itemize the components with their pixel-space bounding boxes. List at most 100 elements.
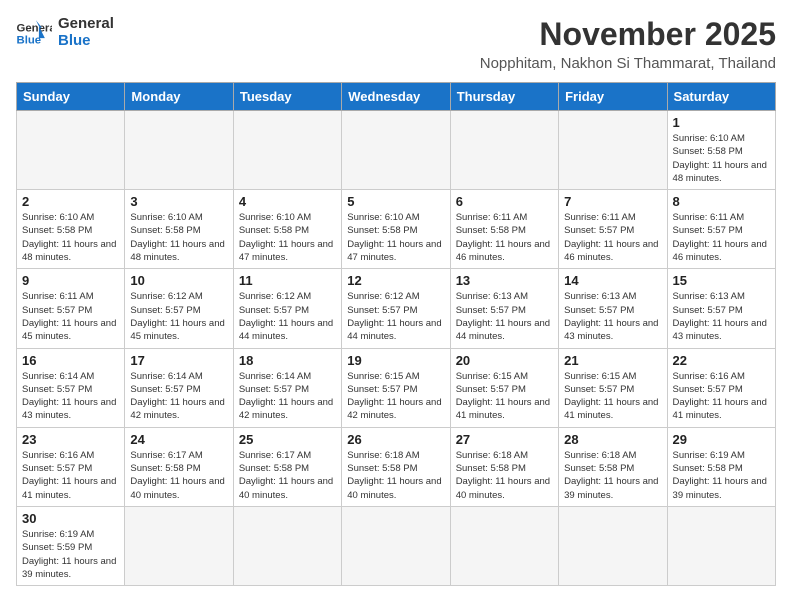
day-number: 9 xyxy=(22,273,119,288)
calendar-cell: 3Sunrise: 6:10 AMSunset: 5:58 PMDaylight… xyxy=(125,190,233,269)
calendar-cell: 27 Sunrise: 6:18 AMSunset: 5:58 PMDayligh… xyxy=(450,427,558,506)
day-info: Sunrise: 6:10 AMSunset: 5:58 PMDaylight:… xyxy=(22,211,119,264)
day-info: Sunrise: 6:12 AMSunset: 5:57 PMDaylight:… xyxy=(239,290,336,343)
calendar-cell: 8Sunrise: 6:11 AMSunset: 5:57 PMDaylight… xyxy=(667,190,775,269)
calendar-cell: 30 Sunrise: 6:19 AMSunset: 5:59 PMDayligh… xyxy=(17,506,125,585)
calendar-cell: 15 Sunrise: 6:13 AMSunset: 5:57 PMDayligh… xyxy=(667,269,775,348)
day-number: 29 xyxy=(673,432,770,447)
day-info: Sunrise: 6:12 AMSunset: 5:57 PMDaylight:… xyxy=(347,290,444,343)
calendar-cell: 20 Sunrise: 6:15 AMSunset: 5:57 PMDayligh… xyxy=(450,348,558,427)
svg-text:Blue: Blue xyxy=(17,34,42,46)
calendar-cell: 13Sunrise: 6:13 AMSunset: 5:57 PMDayligh… xyxy=(450,269,558,348)
day-number: 25 xyxy=(239,432,336,447)
calendar-cell: 26 Sunrise: 6:18 AMSunset: 5:58 PMDayligh… xyxy=(342,427,450,506)
calendar-cell: 18Sunrise: 6:14 AMSunset: 5:57 PMDayligh… xyxy=(233,348,341,427)
weekday-header: Tuesday xyxy=(233,83,341,111)
day-info: Sunrise: 6:14 AMSunset: 5:57 PMDaylight:… xyxy=(130,370,227,423)
day-number: 24 xyxy=(130,432,227,447)
calendar-cell xyxy=(559,111,667,190)
day-number: 16 xyxy=(22,353,119,368)
day-info: Sunrise: 6:17 AMSunset: 5:58 PMDaylight:… xyxy=(130,449,227,502)
day-info: Sunrise: 6:18 AMSunset: 5:58 PMDaylight:… xyxy=(456,449,553,502)
weekday-header: Wednesday xyxy=(342,83,450,111)
day-number: 12 xyxy=(347,273,444,288)
calendar-cell xyxy=(17,111,125,190)
calendar-cell xyxy=(342,111,450,190)
day-number: 17 xyxy=(130,353,227,368)
calendar-cell: 14 Sunrise: 6:13 AMSunset: 5:57 PMDayligh… xyxy=(559,269,667,348)
calendar-cell: 29 Sunrise: 6:19 AMSunset: 5:58 PMDayligh… xyxy=(667,427,775,506)
day-number: 15 xyxy=(673,273,770,288)
day-number: 10 xyxy=(130,273,227,288)
day-number: 21 xyxy=(564,353,661,368)
month-title: November 2025 xyxy=(480,16,776,53)
day-info: Sunrise: 6:11 AMSunset: 5:57 PMDaylight:… xyxy=(673,211,770,264)
day-info: Sunrise: 6:13 AMSunset: 5:57 PMDaylight:… xyxy=(673,290,770,343)
calendar-cell: 5 Sunrise: 6:10 AMSunset: 5:58 PMDaylight… xyxy=(342,190,450,269)
weekday-header: Saturday xyxy=(667,83,775,111)
day-info: Sunrise: 6:15 AMSunset: 5:57 PMDaylight:… xyxy=(456,370,553,423)
day-number: 20 xyxy=(456,353,553,368)
day-info: Sunrise: 6:15 AMSunset: 5:57 PMDaylight:… xyxy=(347,370,444,423)
day-number: 19 xyxy=(347,353,444,368)
day-number: 13 xyxy=(456,273,553,288)
calendar-cell: 7Sunrise: 6:11 AMSunset: 5:57 PMDaylight… xyxy=(559,190,667,269)
day-info: Sunrise: 6:16 AMSunset: 5:57 PMDaylight:… xyxy=(22,449,119,502)
calendar-cell: 19 Sunrise: 6:15 AMSunset: 5:57 PMDayligh… xyxy=(342,348,450,427)
calendar-cell: 6Sunrise: 6:11 AMSunset: 5:58 PMDaylight… xyxy=(450,190,558,269)
calendar-cell xyxy=(559,506,667,585)
day-info: Sunrise: 6:10 AMSunset: 5:58 PMDaylight:… xyxy=(239,211,336,264)
svg-text:General: General xyxy=(17,22,53,34)
day-number: 1 xyxy=(673,115,770,130)
weekday-header: Thursday xyxy=(450,83,558,111)
weekday-header: Monday xyxy=(125,83,233,111)
day-info: Sunrise: 6:18 AMSunset: 5:58 PMDaylight:… xyxy=(347,449,444,502)
calendar-cell: 17 Sunrise: 6:14 AMSunset: 5:57 PMDayligh… xyxy=(125,348,233,427)
calendar-cell: 9 Sunrise: 6:11 AMSunset: 5:57 PMDaylight… xyxy=(17,269,125,348)
day-number: 26 xyxy=(347,432,444,447)
calendar-cell: 22Sunrise: 6:16 AMSunset: 5:57 PMDayligh… xyxy=(667,348,775,427)
weekday-header: Friday xyxy=(559,83,667,111)
day-number: 5 xyxy=(347,194,444,209)
page-header: General Blue General Blue November 2025 … xyxy=(16,16,776,72)
calendar-cell xyxy=(233,111,341,190)
day-info: Sunrise: 6:12 AMSunset: 5:57 PMDaylight:… xyxy=(130,290,227,343)
day-info: Sunrise: 6:14 AMSunset: 5:57 PMDaylight:… xyxy=(22,370,119,423)
day-info: Sunrise: 6:14 AMSunset: 5:57 PMDaylight:… xyxy=(239,370,336,423)
day-info: Sunrise: 6:13 AMSunset: 5:57 PMDaylight:… xyxy=(564,290,661,343)
weekday-header: Sunday xyxy=(17,83,125,111)
day-info: Sunrise: 6:10 AMSunset: 5:58 PMDaylight:… xyxy=(347,211,444,264)
calendar-cell xyxy=(450,506,558,585)
calendar-cell xyxy=(667,506,775,585)
logo-icon: General Blue xyxy=(16,19,52,47)
day-info: Sunrise: 6:19 AMSunset: 5:59 PMDaylight:… xyxy=(22,528,119,581)
logo-blue: Blue xyxy=(58,33,114,50)
calendar-cell: 21 Sunrise: 6:15 AMSunset: 5:57 PMDayligh… xyxy=(559,348,667,427)
day-number: 11 xyxy=(239,273,336,288)
day-info: Sunrise: 6:11 AMSunset: 5:57 PMDaylight:… xyxy=(564,211,661,264)
day-number: 27 xyxy=(456,432,553,447)
day-info: Sunrise: 6:10 AMSunset: 5:58 PMDaylight:… xyxy=(130,211,227,264)
day-number: 6 xyxy=(456,194,553,209)
calendar-cell: 25Sunrise: 6:17 AMSunset: 5:58 PMDayligh… xyxy=(233,427,341,506)
day-info: Sunrise: 6:15 AMSunset: 5:57 PMDaylight:… xyxy=(564,370,661,423)
day-info: Sunrise: 6:19 AMSunset: 5:58 PMDaylight:… xyxy=(673,449,770,502)
calendar-cell xyxy=(450,111,558,190)
calendar-cell xyxy=(342,506,450,585)
day-number: 4 xyxy=(239,194,336,209)
day-number: 28 xyxy=(564,432,661,447)
calendar-cell xyxy=(233,506,341,585)
calendar-cell: 16 Sunrise: 6:14 AMSunset: 5:57 PMDayligh… xyxy=(17,348,125,427)
day-info: Sunrise: 6:16 AMSunset: 5:57 PMDaylight:… xyxy=(673,370,770,423)
logo: General Blue General Blue xyxy=(16,16,114,49)
day-number: 2 xyxy=(22,194,119,209)
calendar-cell: 12 Sunrise: 6:12 AMSunset: 5:57 PMDayligh… xyxy=(342,269,450,348)
day-info: Sunrise: 6:11 AMSunset: 5:57 PMDaylight:… xyxy=(22,290,119,343)
calendar-cell: 11 Sunrise: 6:12 AMSunset: 5:57 PMDayligh… xyxy=(233,269,341,348)
calendar-cell: 1Sunrise: 6:10 AMSunset: 5:58 PMDaylight… xyxy=(667,111,775,190)
calendar-cell: 28 Sunrise: 6:18 AMSunset: 5:58 PMDayligh… xyxy=(559,427,667,506)
day-number: 14 xyxy=(564,273,661,288)
day-info: Sunrise: 6:18 AMSunset: 5:58 PMDaylight:… xyxy=(564,449,661,502)
calendar-cell: 24 Sunrise: 6:17 AMSunset: 5:58 PMDayligh… xyxy=(125,427,233,506)
day-number: 30 xyxy=(22,511,119,526)
